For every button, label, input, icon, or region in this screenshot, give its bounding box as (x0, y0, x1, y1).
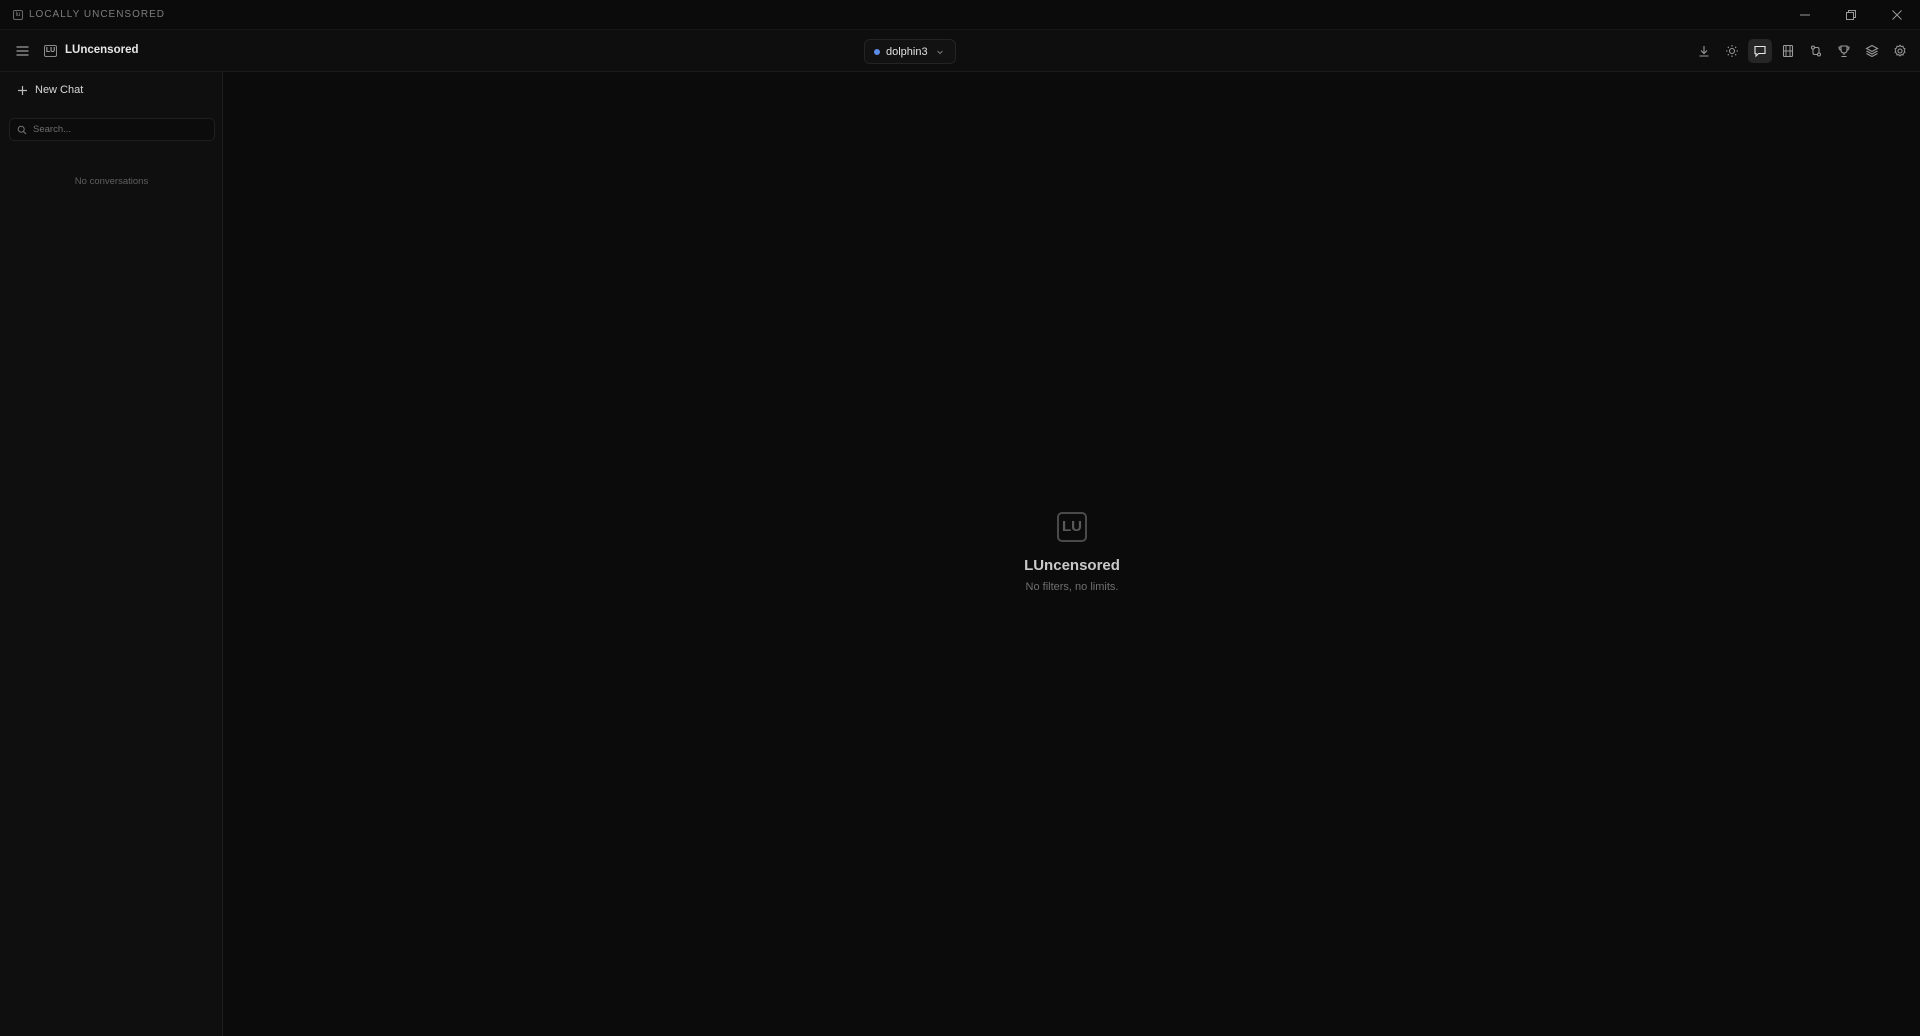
compare-icon (1810, 45, 1822, 57)
minimize-icon (1800, 14, 1810, 16)
settings-button[interactable] (1888, 39, 1912, 63)
models-button[interactable] (1860, 39, 1884, 63)
brand-logo: LU (44, 45, 57, 57)
theme-toggle-button[interactable] (1720, 39, 1744, 63)
window-titlebar: lu LOCALLY UNCENSORED (0, 0, 1920, 30)
window-controls (1782, 0, 1920, 30)
search-input[interactable] (33, 124, 203, 135)
search-box[interactable] (9, 118, 215, 141)
header-toolbar (1692, 39, 1912, 63)
welcome-subtitle: No filters, no limits. (1025, 581, 1119, 593)
model-selector[interactable]: dolphin3 (864, 39, 956, 64)
window-title: LOCALLY UNCENSORED (29, 9, 165, 20)
download-icon (1699, 46, 1709, 57)
empty-conversations-text: No conversations (74, 176, 149, 187)
chevron-down-icon (936, 50, 943, 54)
new-chat-button[interactable]: New Chat (17, 84, 83, 96)
welcome-title: LUncensored (1024, 557, 1120, 574)
close-icon (1892, 10, 1902, 20)
plus-icon (18, 85, 27, 95)
model-status-dot (874, 48, 880, 55)
chat-view-button[interactable] (1748, 39, 1772, 63)
chat-icon (1754, 45, 1766, 58)
sun-icon (1726, 45, 1738, 57)
main-content: LU LUncensored No filters, no limits. (224, 72, 1920, 1036)
app-header: LU LUncensored dolphin3 (0, 30, 1920, 72)
restore-icon (1846, 10, 1856, 20)
gear-icon (1894, 44, 1906, 57)
close-button[interactable] (1874, 0, 1920, 30)
compare-button[interactable] (1804, 39, 1828, 63)
layers-icon (1865, 44, 1879, 58)
search-icon (17, 125, 27, 134)
brand-name: LUncensored (65, 44, 139, 56)
welcome-panel: LU LUncensored No filters, no limits. (224, 512, 1920, 593)
benchmark-button[interactable] (1832, 39, 1856, 63)
media-button[interactable] (1776, 39, 1800, 63)
new-chat-label: New Chat (35, 84, 84, 96)
sidebar: New Chat No conversations (0, 72, 223, 1036)
hamburger-menu-icon[interactable] (14, 43, 31, 59)
welcome-logo: LU (1057, 512, 1087, 542)
trophy-icon (1838, 45, 1850, 58)
download-button[interactable] (1692, 39, 1716, 63)
minimize-button[interactable] (1782, 0, 1828, 30)
restore-button[interactable] (1828, 0, 1874, 30)
film-icon (1782, 44, 1794, 58)
model-name: dolphin3 (886, 45, 928, 58)
app-icon: lu (13, 9, 23, 20)
